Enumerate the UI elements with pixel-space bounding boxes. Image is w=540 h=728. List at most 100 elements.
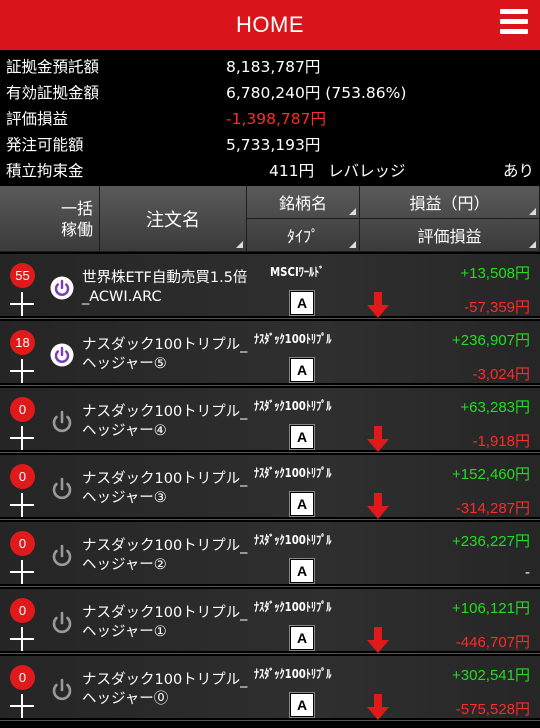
summary-label: 積立拘束金 — [6, 162, 84, 180]
stock-name: ﾅｽﾀﾞｯｸ100ﾄﾘﾌﾟﾙ — [254, 533, 332, 547]
order-name: ナスダック100トリプル_ヘッジャー⑤ — [82, 337, 248, 372]
down-arrow-icon — [367, 694, 389, 720]
summary-row-reserve: 積立拘束金 411円 レバレッジ あり — [6, 158, 534, 184]
type-badge: A — [289, 357, 315, 383]
column-label: 銘柄名 — [278, 194, 327, 213]
power-icon[interactable] — [50, 276, 74, 300]
valuation: -446,707円 — [455, 634, 530, 651]
power-icon[interactable] — [50, 477, 74, 501]
down-arrow-icon — [367, 292, 389, 318]
summary-label: 証拠金預託額 — [6, 58, 100, 76]
sort-corner-icon — [349, 241, 356, 248]
list-item[interactable]: 0 ナスダック100トリプル_ヘッジャー③ ﾅｽﾀﾞｯｸ100ﾄﾘﾌﾟﾙ A +… — [0, 455, 540, 520]
page-title: HOME — [236, 12, 304, 37]
column-label: ﾀｲﾌﾟ — [286, 227, 319, 246]
power-icon[interactable] — [50, 611, 74, 635]
add-icon[interactable] — [10, 627, 34, 651]
column-label: 評価損益 — [417, 227, 482, 246]
column-label: 損益（円） — [409, 194, 490, 213]
order-name: ナスダック100トリプル_ヘッジャー② — [82, 538, 248, 573]
list-item[interactable]: 0 ナスダック100トリプル_ヘッジャー⓪ ﾅｽﾀﾞｯｸ100ﾄﾘﾌﾟﾙ A +… — [0, 656, 540, 721]
down-arrow-icon — [367, 426, 389, 452]
power-icon[interactable] — [50, 410, 74, 434]
position-count-badge: 0 — [10, 598, 35, 623]
position-count-badge: 18 — [10, 330, 35, 355]
add-icon[interactable] — [10, 292, 34, 316]
summary-value: 5,733,193円 — [226, 136, 321, 154]
summary-label: 発注可能額 — [6, 136, 84, 154]
stock-name: MSCIﾜｰﾙﾄﾞ — [270, 265, 325, 279]
order-name: ナスダック100トリプル_ヘッジャー⓪ — [82, 672, 248, 707]
position-count-badge: 0 — [10, 531, 35, 556]
leverage-value: あり — [502, 162, 534, 180]
list-item[interactable]: 0 ナスダック100トリプル_ヘッジャー④ ﾅｽﾀﾞｯｸ100ﾄﾘﾌﾟﾙ A +… — [0, 388, 540, 453]
order-name: ナスダック100トリプル_ヘッジャー③ — [82, 471, 248, 506]
stock-name: ﾅｽﾀﾞｯｸ100ﾄﾘﾌﾟﾙ — [254, 332, 332, 346]
type-badge: A — [289, 625, 315, 651]
power-icon[interactable] — [50, 678, 74, 702]
add-icon[interactable] — [10, 426, 34, 450]
order-name: ナスダック100トリプル_ヘッジャー① — [82, 605, 248, 640]
power-icon[interactable] — [50, 544, 74, 568]
list-item[interactable]: 0 ナスダック100トリプル_ヘッジャー② ﾅｽﾀﾞｯｸ100ﾄﾘﾌﾟﾙ A +… — [0, 522, 540, 587]
summary-value: 8,183,787円 — [226, 58, 321, 76]
order-name: ナスダック100トリプル_ヘッジャー④ — [82, 404, 248, 439]
type-badge: A — [289, 290, 315, 316]
valuation: -575,528円 — [455, 701, 530, 718]
stock-name: ﾅｽﾀﾞｯｸ100ﾄﾘﾌﾟﾙ — [254, 466, 332, 480]
column-type[interactable]: ﾀｲﾌﾟ — [247, 219, 360, 252]
profit-loss: +63,283円 — [460, 399, 530, 416]
sort-corner-icon — [529, 208, 536, 215]
add-icon[interactable] — [10, 560, 34, 584]
sort-corner-icon — [236, 241, 243, 248]
type-badge: A — [289, 424, 315, 450]
power-icon[interactable] — [50, 343, 74, 367]
profit-loss: +236,227円 — [452, 533, 530, 550]
valuation: -57,359円 — [464, 299, 530, 316]
type-badge: A — [289, 692, 315, 718]
summary-value: 6,780,240円 (753.86%) — [226, 84, 407, 102]
header-bar: HOME — [0, 0, 540, 50]
position-count-badge: 0 — [10, 464, 35, 489]
stock-name: ﾅｽﾀﾞｯｸ100ﾄﾘﾌﾟﾙ — [254, 600, 332, 614]
valuation: -1,918円 — [472, 433, 530, 450]
hamburger-menu-icon[interactable] — [500, 9, 528, 39]
profit-loss: +152,460円 — [452, 466, 530, 483]
summary-value: -1,398,787円 — [226, 110, 326, 128]
position-count-badge: 55 — [10, 263, 35, 288]
valuation: -314,287円 — [455, 500, 530, 517]
down-arrow-icon — [367, 627, 389, 653]
profit-loss: +236,907円 — [452, 332, 530, 349]
add-icon[interactable] — [10, 493, 34, 517]
valuation: -3,024円 — [472, 366, 530, 383]
column-label: 注文名 — [146, 209, 200, 231]
valuation: - — [525, 564, 530, 581]
down-arrow-icon — [367, 493, 389, 519]
list-item[interactable]: 18 ナスダック100トリプル_ヘッジャー⑤ ﾅｽﾀﾞｯｸ100ﾄﾘﾌﾟﾙ A … — [0, 321, 540, 386]
column-profit-loss[interactable]: 損益（円） — [360, 186, 540, 219]
order-name: 世界株ETF自動売買1.5倍_ACWI.ARC — [82, 270, 248, 305]
column-valuation[interactable]: 評価損益 — [360, 219, 540, 252]
add-icon[interactable] — [10, 694, 34, 718]
position-count-badge: 0 — [10, 397, 35, 422]
profit-loss: +302,541円 — [452, 667, 530, 684]
sort-corner-icon — [349, 208, 356, 215]
column-bulk-activate[interactable]: 一括 稼働 — [0, 186, 100, 252]
summary-label: 評価損益 — [6, 110, 69, 128]
column-order-name[interactable]: 注文名 — [100, 186, 247, 252]
summary-value: 411円 — [269, 162, 315, 180]
profit-loss: +106,121円 — [452, 600, 530, 617]
stock-name: ﾅｽﾀﾞｯｸ100ﾄﾘﾌﾟﾙ — [254, 667, 332, 681]
list-item[interactable]: 55 世界株ETF自動売買1.5倍_ACWI.ARC MSCIﾜｰﾙﾄﾞ A +… — [0, 254, 540, 319]
leverage-label: レバレッジ — [328, 162, 406, 180]
type-badge: A — [289, 558, 315, 584]
account-summary: 証拠金預託額 8,183,787円 有効証拠金額 6,780,240円 (753… — [0, 50, 540, 186]
add-icon[interactable] — [10, 359, 34, 383]
column-stock-name[interactable]: 銘柄名 — [247, 186, 360, 219]
list-item[interactable]: 0 ナスダック100トリプル_ヘッジャー① ﾅｽﾀﾞｯｸ100ﾄﾘﾌﾟﾙ A +… — [0, 589, 540, 654]
type-badge: A — [289, 491, 315, 517]
table-header: 一括 稼働 注文名 銘柄名 ﾀｲﾌﾟ 損益（円） 評価損益 — [0, 186, 540, 252]
summary-label: 有効証拠金額 — [6, 84, 100, 102]
sort-corner-icon — [529, 241, 536, 248]
position-count-badge: 0 — [10, 665, 35, 690]
